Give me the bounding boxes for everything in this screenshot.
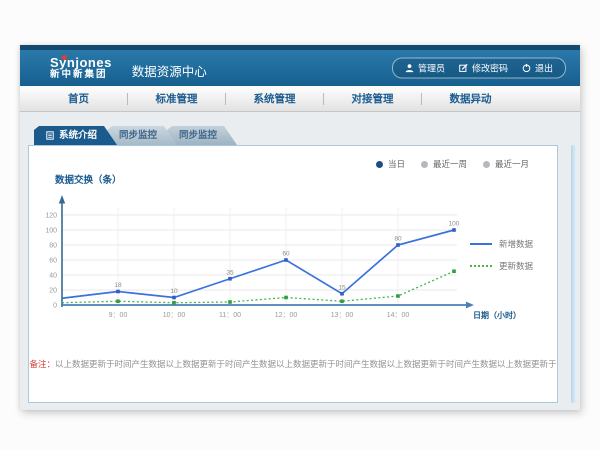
solid-line-swatch [470,243,492,245]
svg-text:10: 10 [170,288,178,295]
legend-new-data: 新增数据 [470,238,533,250]
svg-text:80: 80 [49,243,57,250]
svg-text:15: 15 [338,284,346,291]
content-area: 系统介绍 同步监控 同步监控 当日 最近一周 [20,112,580,410]
edit-icon [459,64,468,73]
svg-text:20: 20 [49,288,57,295]
change-password-label: 修改密码 [472,62,508,75]
svg-text:80: 80 [394,236,402,243]
nav-item-integration-mgmt[interactable]: 对接管理 [324,91,421,106]
svg-text:100: 100 [449,221,460,228]
svg-text:35: 35 [226,269,234,276]
svg-text:14：00: 14：00 [387,312,410,319]
svg-text:12：00: 12：00 [275,312,298,319]
tab-bar: 系统介绍 同步监控 同步监控 [34,126,558,145]
current-user[interactable]: 管理员 [405,62,445,75]
legend-updated-data: 更新数据 [470,260,533,272]
svg-text:18: 18 [114,282,122,289]
tab-label: 系统介绍 [59,126,97,145]
footnote-prefix: 备注： [29,359,55,369]
tab-label: 同步监控 [119,126,157,145]
main-nav: 首页 标准管理 系统管理 对接管理 数据异动 [20,86,580,112]
radio-unselected-icon [483,161,490,168]
change-password-button[interactable]: 修改密码 [459,62,508,75]
tab-label: 同步监控 [179,126,217,145]
user-menu: 管理员 修改密码 退出 [392,58,566,79]
svg-text:100: 100 [45,228,57,235]
power-icon [522,64,531,73]
svg-text:日期（小时）: 日期（小时） [473,310,521,320]
svg-text:9：00: 9：00 [109,312,128,319]
logout-label: 退出 [535,62,553,75]
nav-item-data-change[interactable]: 数据异动 [422,91,519,106]
svg-text:0: 0 [53,303,57,310]
logo-subtext: 新中新集团 [50,70,112,80]
document-icon [46,131,54,140]
chart-panel: 当日 最近一周 最近一月 数据交换（条） 0 20 40 60 80 100 120 9：00… [28,145,558,403]
page-title: 数据资源中心 [132,56,207,80]
svg-text:40: 40 [49,273,57,280]
svg-text:11：00: 11：00 [219,312,241,319]
logo-text: Synjones [50,56,112,70]
svg-text:120: 120 [45,213,57,220]
svg-text:10：00: 10：00 [163,312,186,319]
username-label: 管理员 [418,62,445,75]
nav-item-standard-mgmt[interactable]: 标准管理 [128,91,225,106]
dotted-line-swatch [470,265,492,267]
data-exchange-chart: 0 20 40 60 80 100 120 9：00 10：00 11：00 12：00 13：00 1… [45,190,525,328]
tab-sync-monitor-2[interactable]: 同步监控 [167,126,237,145]
chart-y-axis-title: 数据交换（条） [55,172,122,186]
logout-button[interactable]: 退出 [522,62,553,75]
chart-legend: 新增数据 更新数据 [470,238,533,272]
app-header: Synjones 新中新集团 数据资源中心 管理员 修改密码 退出 [20,50,580,86]
app-window: Synjones 新中新集团 数据资源中心 管理员 修改密码 退出 首页 标准管… [20,45,580,410]
footnote: 备注：以上数据更新于时间产生数据以上数据更新于时间产生数据以上数据更新于时间产生… [29,358,557,370]
time-filter-group: 当日 最近一周 最近一月 [376,158,529,170]
company-logo: Synjones 新中新集团 [50,56,112,80]
svg-text:13：00: 13：00 [331,312,354,319]
user-icon [405,64,414,73]
filter-label: 当日 [388,158,405,170]
vertical-scrollbar[interactable] [571,145,576,403]
legend-label: 更新数据 [499,260,533,272]
filter-label: 最近一周 [433,158,467,170]
radio-selected-icon [376,161,383,168]
svg-text:60: 60 [49,258,57,265]
nav-item-system-mgmt[interactable]: 系统管理 [226,91,323,106]
filter-last-month[interactable]: 最近一月 [483,158,529,170]
svg-text:60: 60 [282,251,290,258]
nav-item-home[interactable]: 首页 [30,91,127,106]
legend-label: 新增数据 [499,238,533,250]
filter-label: 最近一月 [495,158,529,170]
tab-sync-monitor-1[interactable]: 同步监控 [107,126,177,145]
footnote-text: 以上数据更新于时间产生数据以上数据更新于时间产生数据以上数据更新于时间产生数据以… [55,359,557,369]
radio-unselected-icon [421,161,428,168]
filter-last-week[interactable]: 最近一周 [421,158,467,170]
filter-today[interactable]: 当日 [376,158,405,170]
tab-system-intro[interactable]: 系统介绍 [34,126,117,145]
